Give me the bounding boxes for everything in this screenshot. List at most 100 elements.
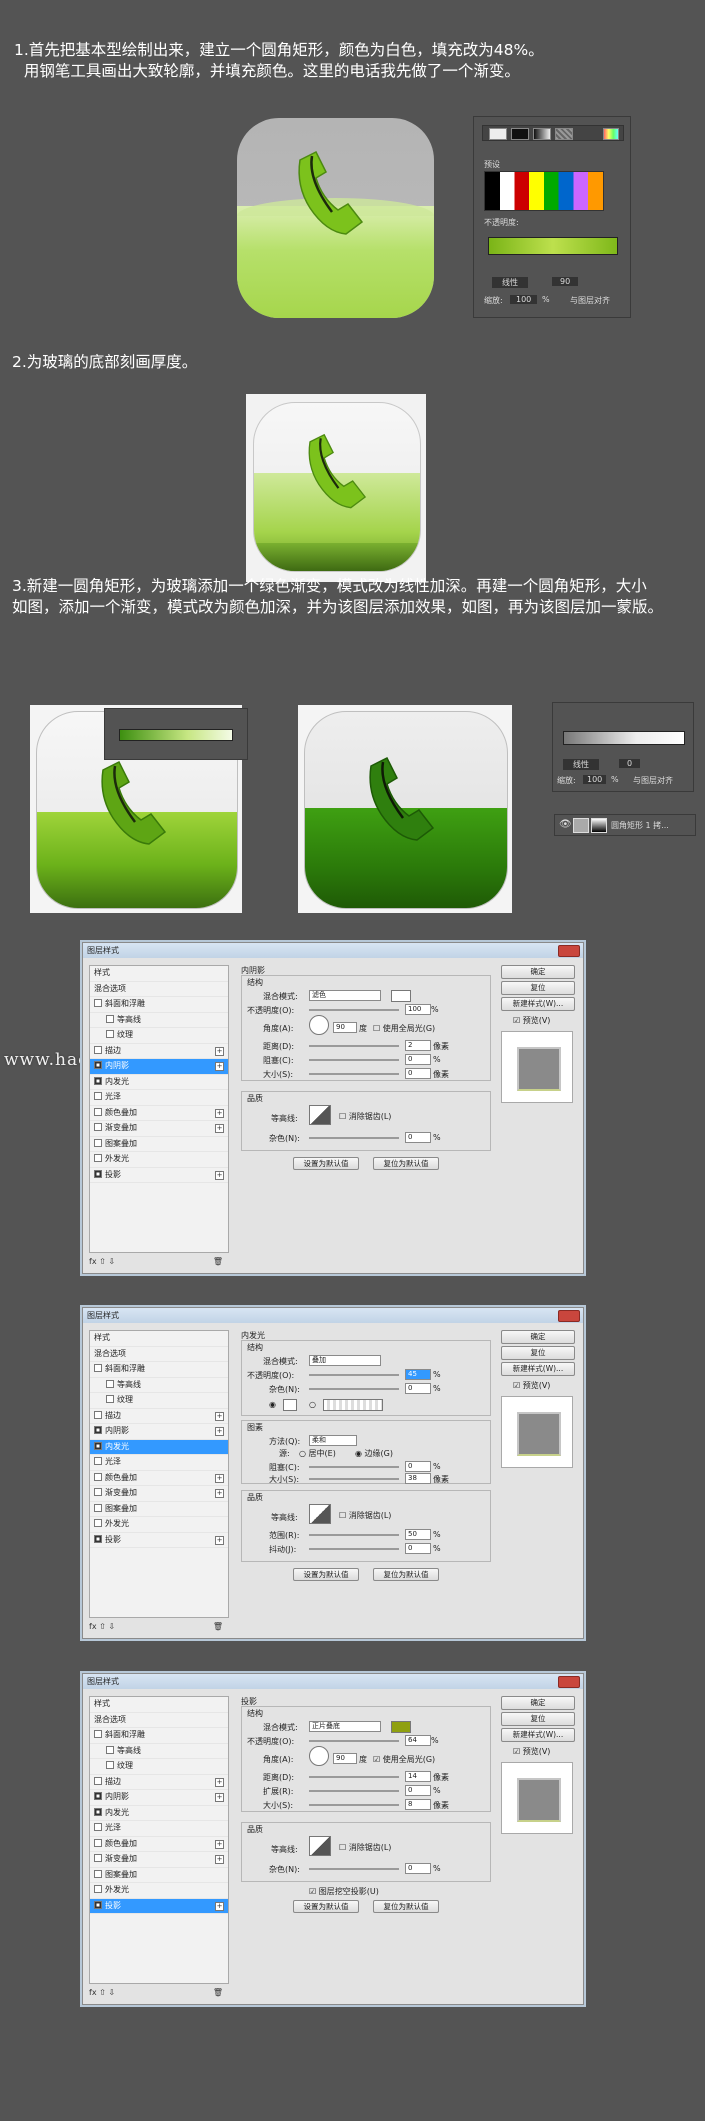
style-list-item[interactable]: 纹理 bbox=[90, 1393, 228, 1409]
checkbox[interactable] bbox=[94, 1885, 102, 1893]
checkbox[interactable] bbox=[106, 1395, 114, 1403]
checkbox[interactable] bbox=[94, 1472, 102, 1481]
style-list-item[interactable]: 内发光 bbox=[90, 1439, 228, 1455]
checkbox[interactable] bbox=[94, 1838, 102, 1847]
opacity-input[interactable]: 64 bbox=[405, 1735, 431, 1746]
layers-panel-row[interactable]: 👁 圆角矩形 1 拷... bbox=[554, 814, 696, 836]
style-list-item[interactable]: 描边 + bbox=[90, 1775, 228, 1790]
preview-checkbox[interactable]: ☑ 预览(V) bbox=[513, 1746, 550, 1757]
blend-mode-select[interactable]: 叠加 bbox=[309, 1355, 381, 1366]
distance-input[interactable]: 2 bbox=[405, 1040, 431, 1051]
gradient-presets-grid[interactable] bbox=[484, 171, 604, 211]
set-default-button[interactable]: 设置为默认值 bbox=[293, 1900, 359, 1913]
style-list-item[interactable]: 混合选项 bbox=[90, 1713, 228, 1728]
size-input[interactable]: 0 bbox=[405, 1068, 431, 1079]
gradient-bar-overlay[interactable] bbox=[119, 729, 233, 741]
add-icon[interactable]: + bbox=[215, 1062, 224, 1071]
add-icon[interactable]: + bbox=[215, 1473, 224, 1483]
spread-slider[interactable] bbox=[309, 1790, 399, 1792]
choke-slider[interactable] bbox=[309, 1466, 399, 1468]
style-list-item[interactable]: 颜色叠加 + bbox=[90, 1837, 228, 1852]
add-icon[interactable]: + bbox=[215, 1124, 224, 1133]
trash-icon[interactable]: 🗑 bbox=[213, 1985, 223, 2001]
jitter-input[interactable]: 0 bbox=[405, 1543, 431, 1554]
shadow-color-swatch[interactable] bbox=[391, 1721, 411, 1733]
spread-input[interactable]: 0 bbox=[405, 1785, 431, 1796]
checkbox[interactable] bbox=[94, 1900, 102, 1909]
blend-mode-select[interactable]: 正片叠底 bbox=[309, 1721, 381, 1732]
distance-slider[interactable] bbox=[309, 1045, 399, 1047]
add-icon[interactable]: + bbox=[215, 1901, 224, 1911]
style-list-item[interactable]: 渐变叠加 + bbox=[90, 1121, 228, 1137]
add-icon[interactable]: + bbox=[215, 1839, 224, 1849]
scale-value[interactable]: 100 bbox=[510, 295, 538, 304]
noise-input[interactable]: 0 bbox=[405, 1383, 431, 1394]
method-select[interactable]: 柔和 bbox=[309, 1435, 357, 1446]
checkbox[interactable] bbox=[106, 1014, 114, 1023]
checkbox[interactable] bbox=[94, 1154, 102, 1162]
style-list-item[interactable]: 图案叠加 bbox=[90, 1137, 228, 1152]
checkbox[interactable] bbox=[94, 1792, 102, 1800]
contour-picker[interactable] bbox=[309, 1105, 331, 1125]
shadow-color-swatch[interactable] bbox=[391, 990, 411, 1002]
preview-checkbox[interactable]: ☑ 预览(V) bbox=[513, 1015, 550, 1026]
style-list-item[interactable]: 等高线 bbox=[90, 1013, 228, 1028]
glow-gradient-swatch[interactable] bbox=[323, 1399, 383, 1411]
gradient-bar[interactable] bbox=[488, 237, 618, 255]
gradient-type-bar[interactable] bbox=[482, 125, 624, 141]
style-list-item[interactable]: 内发光 bbox=[90, 1806, 228, 1821]
antialias-checkbox[interactable]: ☐ 消除锯齿(L) bbox=[339, 1111, 391, 1122]
gradient-mode-2[interactable]: 线性 bbox=[563, 759, 599, 770]
angle-input[interactable]: 90 bbox=[333, 1022, 357, 1033]
glow-color-swatch[interactable] bbox=[283, 1399, 297, 1411]
checkbox[interactable] bbox=[94, 1410, 102, 1419]
reset-default-button[interactable]: 复位为默认值 bbox=[373, 1568, 439, 1581]
checkbox[interactable] bbox=[94, 1807, 102, 1816]
knockout-checkbox[interactable]: ☑ 图层挖空投影(U) bbox=[309, 1886, 379, 1897]
trash-icon[interactable]: 🗑 bbox=[213, 1619, 223, 1635]
preview-checkbox[interactable]: ☑ 预览(V) bbox=[513, 1380, 550, 1391]
new-style-button[interactable]: 新建样式(W)... bbox=[501, 1362, 575, 1376]
contour-picker[interactable] bbox=[309, 1836, 331, 1856]
style-list-item[interactable]: 图案叠加 bbox=[90, 1868, 228, 1883]
style-list-item[interactable]: 投影 + bbox=[90, 1533, 228, 1548]
checkbox[interactable] bbox=[106, 1745, 114, 1754]
style-list-item[interactable]: 外发光 bbox=[90, 1517, 228, 1533]
style-list-item[interactable]: 样式 bbox=[90, 1697, 228, 1713]
checkbox[interactable] bbox=[94, 1364, 102, 1372]
style-list-item[interactable]: 投影 + bbox=[90, 1168, 228, 1183]
opacity-slider[interactable] bbox=[309, 1374, 399, 1376]
reset-default-button[interactable]: 复位为默认值 bbox=[373, 1900, 439, 1913]
distance-slider[interactable] bbox=[309, 1776, 399, 1778]
checkbox[interactable] bbox=[94, 1534, 102, 1543]
opacity-input[interactable]: 100 bbox=[405, 1004, 431, 1015]
style-list-item[interactable]: 颜色叠加 + bbox=[90, 1106, 228, 1121]
global-light-checkbox[interactable]: ☐ 使用全局光(G) bbox=[373, 1023, 435, 1034]
checkbox[interactable] bbox=[94, 1076, 102, 1085]
checkbox[interactable] bbox=[94, 1823, 102, 1831]
style-list-item[interactable]: 渐变叠加 + bbox=[90, 1486, 228, 1502]
size-slider[interactable] bbox=[309, 1804, 399, 1806]
size-input[interactable]: 38 bbox=[405, 1473, 431, 1484]
noise-input[interactable]: 0 bbox=[405, 1863, 431, 1874]
checkbox[interactable] bbox=[94, 1488, 102, 1496]
style-list-item[interactable]: 混合选项 bbox=[90, 982, 228, 997]
gradient-mode[interactable]: 线性 bbox=[492, 277, 528, 288]
contour-picker[interactable] bbox=[309, 1504, 331, 1524]
ok-button[interactable]: 确定 bbox=[501, 965, 575, 979]
solid-color-radio[interactable]: ◉ bbox=[269, 1400, 276, 1409]
style-list-item[interactable]: 光泽 bbox=[90, 1455, 228, 1471]
style-list-item[interactable]: 内阴影 + bbox=[90, 1424, 228, 1440]
style-list-item[interactable]: 描边 + bbox=[90, 1044, 228, 1059]
style-list-item[interactable]: 外发光 bbox=[90, 1883, 228, 1899]
add-icon[interactable]: + bbox=[215, 1535, 224, 1545]
checkbox[interactable] bbox=[94, 1730, 102, 1738]
style-list-item[interactable]: 光泽 bbox=[90, 1090, 228, 1106]
checkbox[interactable] bbox=[94, 1061, 102, 1069]
style-list-item[interactable]: 等高线 bbox=[90, 1744, 228, 1759]
range-slider[interactable] bbox=[309, 1534, 399, 1536]
trash-icon[interactable]: 🗑 bbox=[213, 1254, 223, 1270]
scale-value-2[interactable]: 100 bbox=[583, 775, 607, 784]
gradient-angle-2[interactable]: 0 bbox=[619, 759, 641, 768]
checkbox[interactable] bbox=[94, 1045, 102, 1054]
